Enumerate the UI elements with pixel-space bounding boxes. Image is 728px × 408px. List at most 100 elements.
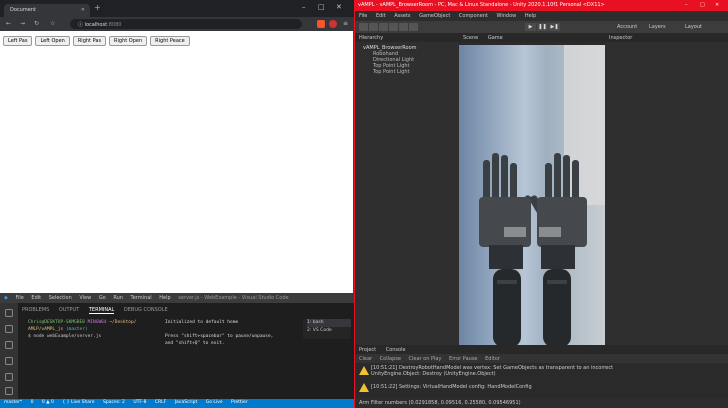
console-entry[interactable]: [10:51:22] Settings: VirtualHandModel co…	[371, 384, 532, 390]
console-entry[interactable]: [10:51:21] DestroyRobotHandModel was ver…	[371, 365, 613, 377]
forward-icon[interactable]: →	[20, 20, 25, 27]
unity-menubar: File Edit Assets GameObject Component Wi…	[355, 11, 728, 21]
collapse-button[interactable]: Collapse	[380, 356, 401, 362]
source-control-icon[interactable]	[5, 341, 13, 349]
hierarchy-tab[interactable]: Hierarchy	[355, 33, 459, 42]
unity-window: vAMPL - vAMPL_BrowserRoom - PC, Mac & Li…	[354, 0, 728, 408]
close-window-icon[interactable]: ✕	[715, 2, 719, 8]
move-tool-icon[interactable]	[369, 23, 378, 31]
left-pas-button[interactable]: Left Pas	[3, 36, 33, 46]
rect-tool-icon[interactable]	[399, 23, 408, 31]
scene-panel: Scene Game	[459, 33, 605, 347]
prompt-path: ~/Desktop/	[109, 320, 137, 325]
menu-run[interactable]: Run	[113, 295, 123, 301]
scene-viewport[interactable]	[459, 45, 605, 347]
menu-selection[interactable]: Selection	[49, 295, 72, 301]
inspector-tab[interactable]: Inspector	[605, 33, 728, 42]
rotate-tool-icon[interactable]	[379, 23, 388, 31]
minimize-icon[interactable]: –	[302, 3, 306, 11]
prompt-path-line: AMLP/vAMPL_js	[28, 327, 64, 332]
terminal-item-vscode[interactable]: 2: VS Code	[307, 327, 351, 335]
close-tab-icon[interactable]: ✕	[81, 7, 85, 13]
reload-icon[interactable]: ↻	[34, 20, 39, 27]
hierarchy-item[interactable]: Top Point Light	[363, 69, 459, 75]
account-icon[interactable]	[5, 373, 13, 381]
layout-dropdown[interactable]: Layout	[685, 24, 702, 30]
explorer-icon[interactable]	[5, 309, 13, 317]
left-open-button[interactable]: Left Open	[35, 36, 70, 46]
brave-shield-icon[interactable]	[317, 20, 325, 28]
prettier[interactable]: Prettier	[231, 400, 248, 405]
clear-button[interactable]: Clear	[359, 356, 372, 362]
menu-terminal[interactable]: Terminal	[131, 295, 152, 301]
live-share[interactable]: { } Live Share	[62, 400, 94, 405]
status-message: Arm Filter numbers (0.0291858, 0.09516, …	[359, 400, 521, 406]
plus-icon[interactable]: +	[94, 3, 101, 12]
menu-file[interactable]: File	[359, 13, 367, 19]
error-pause-button[interactable]: Error Pause	[449, 356, 477, 362]
menu-view[interactable]: View	[79, 295, 91, 301]
unity-titlebar: vAMPL - vAMPL_BrowserRoom - PC, Mac & Li…	[355, 0, 728, 11]
git-branch[interactable]: master*	[4, 400, 22, 405]
maximize-icon[interactable]: □	[318, 3, 325, 11]
editor-dropdown[interactable]: Editor	[485, 356, 500, 362]
bookmark-icon[interactable]: ☆	[50, 20, 55, 27]
pause-icon[interactable]: ❚❚	[537, 23, 548, 31]
gear-icon[interactable]	[5, 387, 13, 395]
run-debug-icon[interactable]	[5, 357, 13, 365]
maximize-icon[interactable]: □	[700, 2, 705, 8]
terminal-output-line: Press "shift+spacebar" to pause/unpause,	[165, 334, 274, 339]
address-bar[interactable]: ⓘ localhost:8080	[70, 19, 302, 29]
tab-problems[interactable]: PROBLEMS	[22, 307, 49, 313]
problems-count[interactable]: 0 ▲ 0	[42, 400, 54, 405]
language-mode[interactable]: JavaScript	[175, 400, 198, 405]
activity-bar	[0, 303, 18, 399]
tab-console[interactable]: Console	[386, 347, 406, 353]
tab-output[interactable]: OUTPUT	[59, 307, 79, 313]
unity-status-bar: Arm Filter numbers (0.0291858, 0.09516, …	[355, 398, 728, 408]
menu-edit[interactable]: Edit	[376, 13, 386, 19]
terminal-pane-right[interactable]: Initialized to default home Press "shift…	[165, 319, 297, 389]
menu-go[interactable]: Go	[99, 295, 106, 301]
right-open-button[interactable]: Right Open	[109, 36, 148, 46]
clear-on-play-button[interactable]: Clear on Play	[409, 356, 442, 362]
terminal-pane-left[interactable]: Chris@DESKTOP-SKMGBE8 MINGW64 ~/Desktop/…	[28, 319, 154, 389]
hand-tool-icon[interactable]	[359, 23, 368, 31]
tab-scene[interactable]: Scene	[463, 35, 478, 41]
menu-assets[interactable]: Assets	[394, 13, 410, 19]
step-icon[interactable]: ▶❚	[549, 23, 560, 31]
browser-tab[interactable]: Document ✕	[4, 4, 90, 17]
tab-debug-console[interactable]: DEBUG CONSOLE	[124, 307, 168, 313]
menu-edit[interactable]: Edit	[31, 295, 41, 301]
line-ending[interactable]: CRLF	[155, 400, 166, 405]
menu-component[interactable]: Component	[459, 13, 488, 19]
menu-help[interactable]: Help	[159, 295, 170, 301]
menu-file[interactable]: File	[15, 295, 23, 301]
tab-terminal[interactable]: TERMINAL	[88, 307, 115, 314]
go-live[interactable]: Go Live	[206, 400, 223, 405]
tab-game[interactable]: Game	[488, 35, 503, 41]
transform-tool-icon[interactable]	[409, 23, 418, 31]
account-dropdown[interactable]: Account	[617, 24, 637, 30]
rewards-icon[interactable]	[329, 20, 337, 28]
terminal-item-bash[interactable]: 1: bash	[307, 319, 351, 327]
layers-dropdown[interactable]: Layers	[649, 24, 666, 30]
indent-spaces[interactable]: Spaces: 2	[103, 400, 125, 405]
back-icon[interactable]: ←	[6, 20, 11, 27]
right-pas-button[interactable]: Right Pas	[72, 36, 107, 46]
tab-project[interactable]: Project	[359, 347, 376, 353]
close-window-icon[interactable]: ✕	[336, 3, 342, 11]
scale-tool-icon[interactable]	[389, 23, 398, 31]
encoding[interactable]: UTF-8	[133, 400, 146, 405]
play-icon[interactable]: ▶	[525, 23, 536, 31]
menu-window[interactable]: Window	[497, 13, 517, 19]
warning-icon	[359, 366, 369, 375]
menu-icon[interactable]: ≡	[343, 20, 348, 27]
search-icon[interactable]	[5, 325, 13, 333]
terminal-output-line: Initialized to default home	[165, 320, 239, 325]
right-peace-button[interactable]: Right Peace	[150, 36, 190, 46]
menu-help[interactable]: Help	[525, 13, 536, 19]
minimize-icon[interactable]: –	[685, 2, 688, 8]
sync-count[interactable]: 0	[31, 400, 34, 405]
menu-gameobject[interactable]: GameObject	[419, 13, 450, 19]
